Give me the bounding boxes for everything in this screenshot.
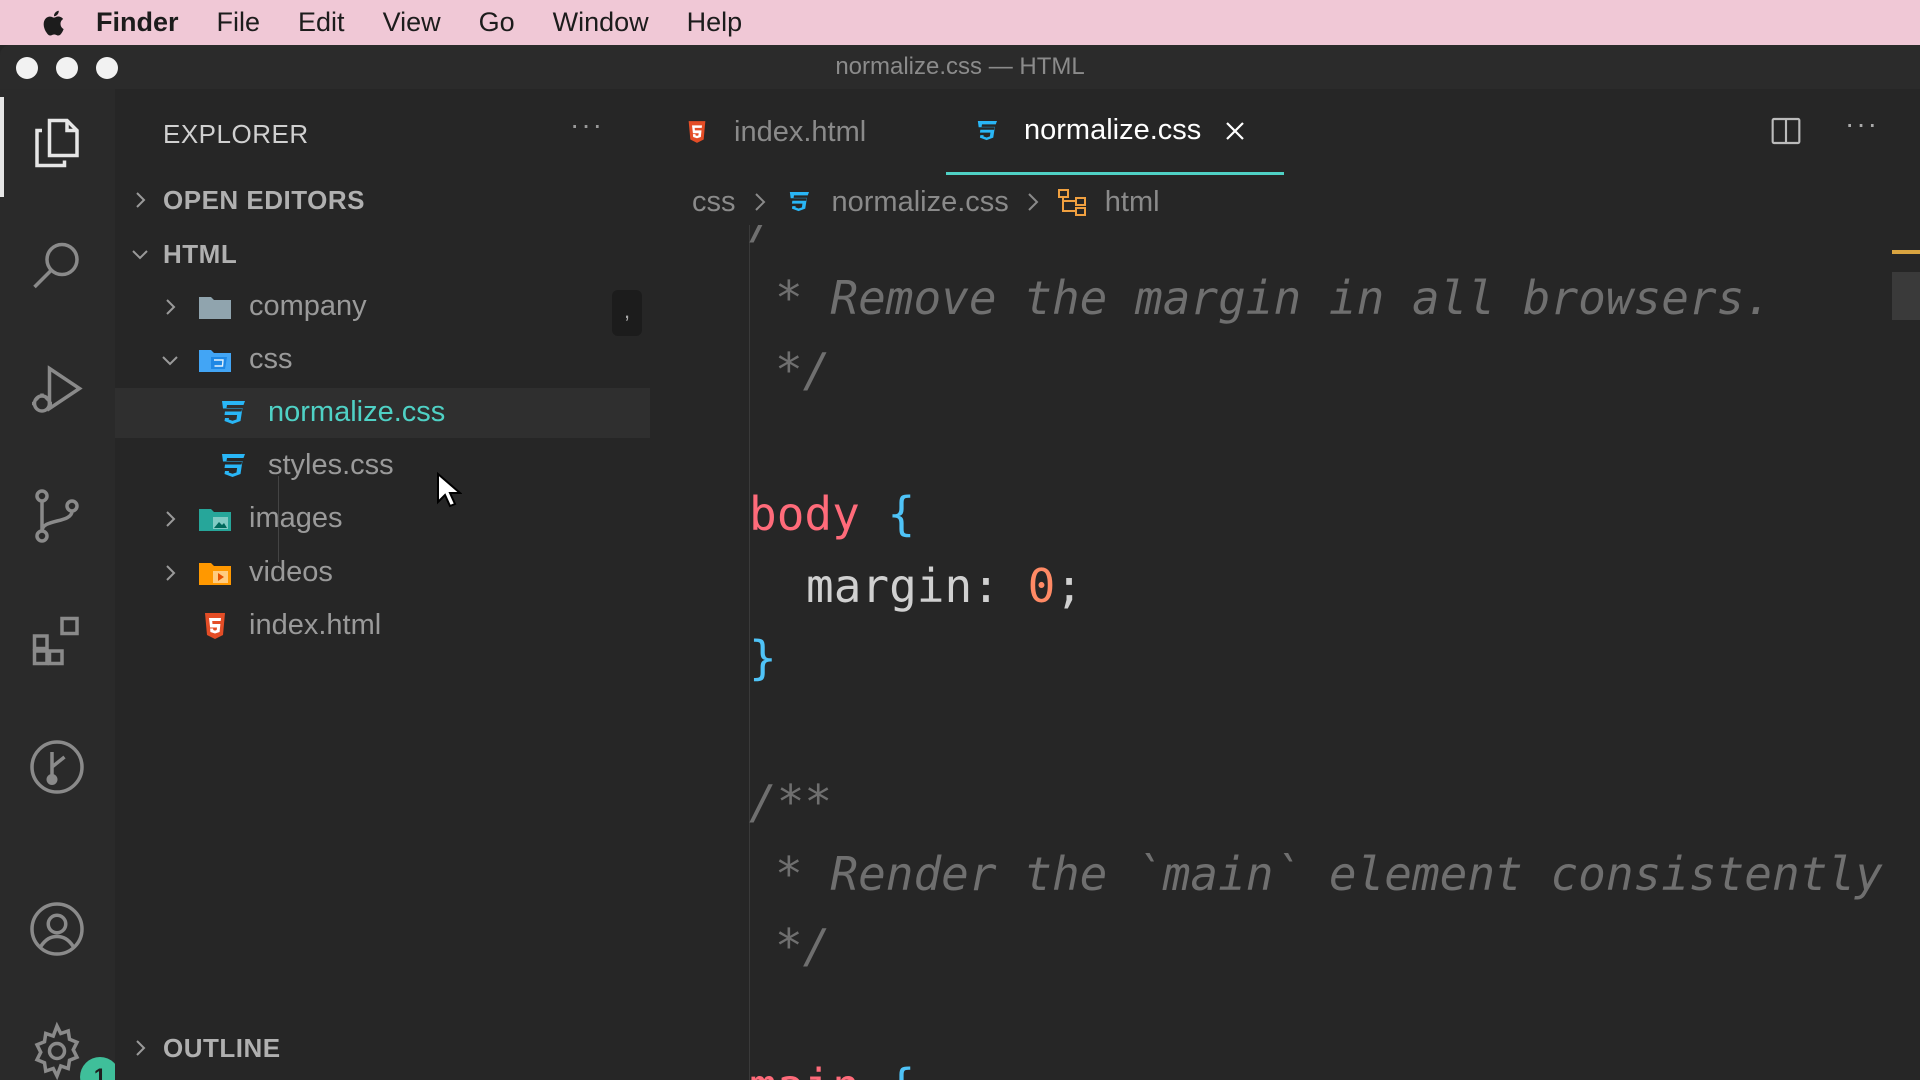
tab-normalize-css[interactable]: normalize.css	[946, 89, 1284, 175]
tab-index-html[interactable]: index.html	[682, 89, 866, 175]
split-editor-icon[interactable]	[1770, 115, 1802, 147]
comma-hint-button[interactable]: ,	[612, 290, 642, 336]
code-line: * Render the `main` element consistently	[775, 847, 1883, 901]
css-brace: {	[887, 487, 916, 541]
chevron-down-icon	[132, 250, 148, 260]
workspace-label: HTML	[163, 238, 238, 269]
macos-menu-bar: Finder File Edit View Go Window Help	[0, 0, 1920, 45]
account-icon[interactable]	[25, 897, 89, 961]
chevron-right-icon	[166, 511, 176, 527]
menu-help[interactable]: Help	[687, 7, 743, 38]
workspace-section[interactable]: HTML	[115, 229, 650, 279]
css-selector: body	[749, 487, 860, 541]
open-editors-label: OPEN EDITORS	[163, 184, 366, 215]
settings-gear-icon[interactable]: 1	[25, 1019, 120, 1080]
chevron-right-icon	[166, 565, 176, 581]
css-property: margin:	[806, 559, 1000, 613]
chevron-right-icon	[136, 192, 146, 208]
folder-icon	[199, 297, 231, 319]
run-debug-icon[interactable]	[25, 359, 89, 423]
tree-file-normalize-css[interactable]: normalize.css	[115, 388, 650, 438]
code-line: /**	[749, 225, 832, 249]
images-folder-icon	[199, 509, 231, 531]
explorer-more-actions-button[interactable]: ···	[570, 109, 604, 141]
breadcrumb-file[interactable]: normalize.css	[832, 186, 1009, 219]
extensions-icon[interactable]	[25, 609, 89, 673]
tree-item-label: videos	[249, 556, 333, 588]
tree-item-label: styles.css	[268, 449, 394, 481]
outline-label: OUTLINE	[163, 1032, 281, 1063]
explorer-icon[interactable]	[25, 111, 89, 175]
mouse-pointer-icon	[437, 472, 462, 508]
tree-folder-css[interactable]: css	[115, 335, 650, 385]
tree-item-label: images	[249, 502, 343, 534]
tab-label: index.html	[734, 115, 867, 148]
menu-edit[interactable]: Edit	[298, 7, 345, 38]
outline-section[interactable]: OUTLINE	[115, 1023, 650, 1073]
css-brace: {	[887, 1059, 915, 1080]
activity-bar: 1	[0, 89, 120, 1080]
menu-file[interactable]: File	[217, 7, 261, 38]
css3-file-icon	[977, 120, 997, 140]
tree-item-label: company	[249, 290, 367, 322]
symbol-element-icon	[1057, 189, 1086, 216]
html5-file-icon	[205, 613, 225, 639]
active-view-indicator	[0, 97, 4, 197]
tree-item-label: css	[249, 343, 293, 375]
code-line: margin: 0;	[806, 559, 1083, 613]
chevron-right-icon	[166, 299, 176, 315]
source-control-icon[interactable]	[25, 484, 89, 548]
css-folder-open-icon	[199, 350, 231, 372]
code-line: /**	[749, 775, 833, 829]
css3-file-icon	[222, 401, 245, 424]
code-line: }	[749, 631, 777, 685]
menu-view[interactable]: View	[383, 7, 441, 38]
tree-folder-company[interactable]: company ,	[115, 282, 650, 336]
chevron-right-icon	[136, 1040, 146, 1056]
search-icon[interactable]	[25, 235, 89, 299]
editor-tab-bar: index.html normalize.css	[650, 89, 1920, 175]
menu-finder[interactable]: Finder	[96, 7, 179, 38]
window-title: normalize.css — HTML	[835, 53, 1085, 80]
chevron-right-icon	[754, 193, 765, 211]
close-icon[interactable]	[1223, 119, 1247, 143]
tree-file-index-html[interactable]: index.html	[115, 601, 650, 651]
code-line: body {	[749, 487, 915, 541]
code-line: */	[775, 919, 831, 973]
minimap-slider[interactable]	[1892, 272, 1920, 320]
breadcrumb: css normalize.css html	[692, 180, 1160, 224]
css-semicolon: ;	[1055, 559, 1083, 613]
tab-label: normalize.css	[1024, 114, 1202, 146]
code-line: main {	[749, 1059, 915, 1080]
tree-item-label: index.html	[249, 609, 382, 641]
css-selector: main	[749, 1059, 860, 1080]
menu-window[interactable]: Window	[553, 7, 649, 38]
code-editor[interactable]: /** * Remove the margin in all browsers.…	[650, 225, 1920, 1080]
css-value: 0	[1027, 559, 1056, 613]
menu-go[interactable]: Go	[479, 7, 515, 38]
chevron-right-icon	[1028, 193, 1039, 211]
minimap-marker	[1892, 250, 1920, 254]
videos-folder-icon	[199, 563, 231, 585]
chevron-down-icon	[162, 356, 178, 366]
window-titlebar: normalize.css — HTML	[0, 45, 1920, 89]
tree-folder-videos[interactable]: videos	[115, 548, 650, 598]
breadcrumb-symbol[interactable]: html	[1105, 186, 1160, 219]
breadcrumb-folder[interactable]: css	[692, 186, 736, 219]
editor-more-actions-button[interactable]: ···	[1845, 108, 1879, 140]
explorer-title: EXPLORER	[163, 119, 309, 149]
open-editors-section[interactable]: OPEN EDITORS	[115, 175, 650, 225]
code-line: * Remove the margin in all browsers.	[775, 271, 1772, 325]
css3-file-icon	[222, 454, 245, 477]
tree-file-styles-css[interactable]: styles.css	[115, 441, 650, 491]
css3-file-icon	[789, 192, 809, 212]
tree-item-label: normalize.css	[268, 396, 446, 428]
tree-folder-images[interactable]: images	[115, 494, 650, 544]
html5-file-icon	[688, 121, 706, 143]
apple-logo-icon[interactable]	[40, 8, 70, 38]
explorer-sidebar: EXPLORER ··· OPEN EDITORS HTML company ,…	[115, 89, 650, 1080]
git-graph-icon[interactable]	[25, 735, 89, 799]
code-line: */	[775, 343, 831, 397]
